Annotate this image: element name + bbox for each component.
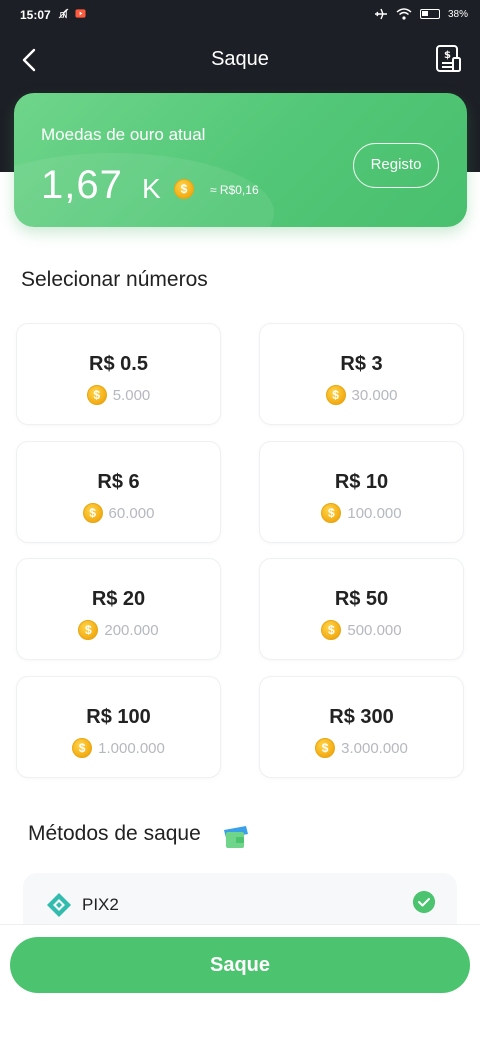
- video-notification-icon: [75, 9, 86, 18]
- option-amount: R$ 50: [334, 588, 389, 610]
- battery-fill: [421, 11, 428, 16]
- amount-option-4[interactable]: R$ 20 $ 200.000: [16, 558, 221, 660]
- wallet-icon: [224, 826, 248, 848]
- option-coins: 1.000.000: [98, 739, 165, 757]
- amount-option-5[interactable]: R$ 50 $ 500.000: [259, 558, 464, 660]
- option-coins: 30.000: [351, 386, 398, 404]
- balance-label: Moedas de ouro atual: [41, 125, 206, 144]
- coin-icon: $: [325, 385, 346, 405]
- balance-card: Moedas de ouro atual 1,67 K $ ≈ R$0,16 R…: [14, 93, 467, 227]
- coin-icon: $: [321, 620, 342, 640]
- balance-unit: K: [142, 173, 161, 204]
- amount-option-3[interactable]: R$ 10 $ 100.000: [259, 441, 464, 543]
- registo-button[interactable]: Registo: [353, 143, 439, 188]
- coin-icon: $: [315, 738, 336, 758]
- amount-option-7[interactable]: R$ 300 $ 3.000.000: [259, 676, 464, 778]
- option-coins: 100.000: [347, 504, 402, 522]
- option-coins-row: $ 1.000.000: [17, 738, 220, 758]
- status-system-icons: 38%: [374, 8, 468, 20]
- page-title: Saque: [211, 48, 269, 70]
- check-icon: [413, 891, 435, 913]
- option-coins-row: $ 60.000: [17, 503, 220, 523]
- option-coins: 500.000: [347, 621, 402, 639]
- option-amount: R$ 10: [334, 471, 389, 493]
- amount-option-1[interactable]: R$ 3 $ 30.000: [259, 323, 464, 425]
- nav-bar: Saque $: [0, 36, 480, 84]
- coin-icon: $: [72, 738, 93, 758]
- option-coins-row: $ 3.000.000: [260, 738, 463, 758]
- amount-option-0[interactable]: R$ 0.5 $ 5.000: [16, 323, 221, 425]
- document-dollar-icon[interactable]: $: [434, 44, 462, 74]
- select-amount-title: Selecionar números: [21, 268, 208, 291]
- option-amount: R$ 100: [86, 706, 151, 728]
- option-coins-row: $ 30.000: [260, 385, 463, 405]
- balance-approx: ≈ R$0,16: [210, 183, 259, 197]
- coin-icon: $: [321, 503, 342, 523]
- pix-icon: [47, 893, 71, 917]
- coin-icon: $: [78, 620, 99, 640]
- methods-title: Métodos de saque: [28, 822, 201, 845]
- status-notification-icons: [58, 8, 86, 19]
- amount-option-2[interactable]: R$ 6 $ 60.000: [16, 441, 221, 543]
- option-coins-row: $ 5.000: [17, 385, 220, 405]
- option-amount: R$ 6: [97, 471, 140, 493]
- option-amount: R$ 3: [340, 353, 383, 375]
- airplane-icon: [374, 8, 387, 20]
- method-label: PIX2: [82, 895, 119, 914]
- saque-button[interactable]: Saque: [10, 937, 470, 993]
- battery-icon: [419, 9, 440, 19]
- option-coins: 60.000: [108, 504, 155, 522]
- amount-option-6[interactable]: R$ 100 $ 1.000.000: [16, 676, 221, 778]
- option-amount: R$ 0.5: [89, 353, 148, 375]
- battery-percent: 38%: [447, 8, 468, 20]
- option-amount: R$ 300: [329, 706, 394, 728]
- coin-icon: $: [174, 179, 194, 199]
- option-coins: 200.000: [104, 621, 159, 639]
- option-coins-row: $ 100.000: [260, 503, 463, 523]
- option-coins-row: $ 500.000: [260, 620, 463, 640]
- mute-icon: [58, 8, 69, 19]
- status-time: 15:07: [20, 8, 51, 22]
- option-coins: 3.000.000: [341, 739, 408, 757]
- coin-icon: $: [86, 385, 107, 405]
- svg-text:$: $: [444, 50, 451, 61]
- balance-value: 1,67: [41, 163, 123, 207]
- option-coins-row: $ 200.000: [17, 620, 220, 640]
- coin-icon: $: [82, 503, 103, 523]
- wifi-icon: [396, 8, 412, 20]
- status-bar: 15:07 38%: [0, 0, 480, 30]
- option-coins: 5.000: [112, 386, 151, 404]
- option-amount: R$ 20: [91, 588, 146, 610]
